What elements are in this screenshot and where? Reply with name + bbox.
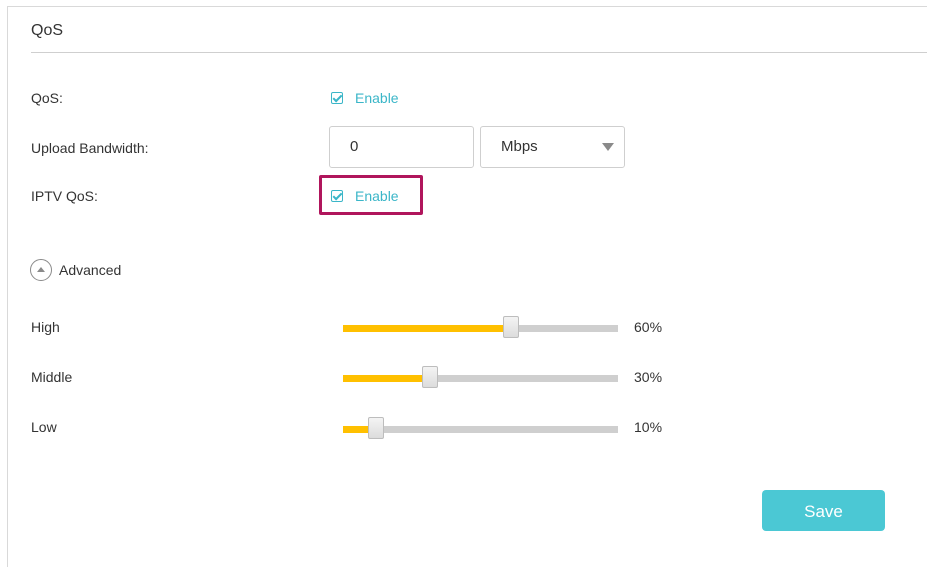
chevron-up-circle-icon[interactable] (30, 259, 52, 281)
priority-middle-label: Middle (31, 369, 73, 385)
slider-fill (343, 325, 511, 332)
slider-fill (343, 375, 430, 382)
iptv-enable-label[interactable]: Enable (355, 188, 399, 204)
iptv-qos-label: IPTV QoS: (31, 188, 98, 204)
qos-panel (7, 6, 927, 567)
bandwidth-unit-value: Mbps (501, 138, 538, 155)
iptv-enable-toggle[interactable]: Enable (331, 188, 399, 204)
advanced-toggle[interactable]: Advanced (30, 259, 121, 281)
iptv-enable-checkbox[interactable] (331, 190, 343, 202)
upload-bandwidth-input[interactable]: 0 (329, 126, 474, 168)
slider-thumb[interactable] (422, 366, 438, 388)
priority-low-slider[interactable] (343, 417, 618, 439)
slider-thumb[interactable] (503, 316, 519, 338)
qos-enable-label[interactable]: Enable (355, 90, 399, 106)
title-divider (31, 52, 927, 53)
upload-bandwidth-label: Upload Bandwidth: (31, 140, 149, 156)
priority-high-label: High (31, 319, 60, 335)
priority-high-percent: 60% (634, 319, 663, 335)
save-button[interactable]: Save (762, 490, 885, 531)
qos-enable-toggle[interactable]: Enable (331, 90, 399, 106)
priority-high-slider[interactable] (343, 316, 618, 338)
page-title: QoS (31, 22, 64, 39)
bandwidth-unit-select[interactable]: Mbps (480, 126, 625, 168)
priority-middle-percent: 30% (634, 369, 663, 385)
chevron-down-icon (602, 143, 614, 151)
slider-thumb[interactable] (368, 417, 384, 439)
qos-enable-checkbox[interactable] (331, 92, 343, 104)
priority-middle-slider[interactable] (343, 366, 618, 388)
priority-low-label: Low (31, 419, 57, 435)
advanced-label[interactable]: Advanced (59, 262, 121, 278)
priority-low-percent: 10% (634, 419, 663, 435)
qos-label: QoS: (31, 90, 63, 106)
